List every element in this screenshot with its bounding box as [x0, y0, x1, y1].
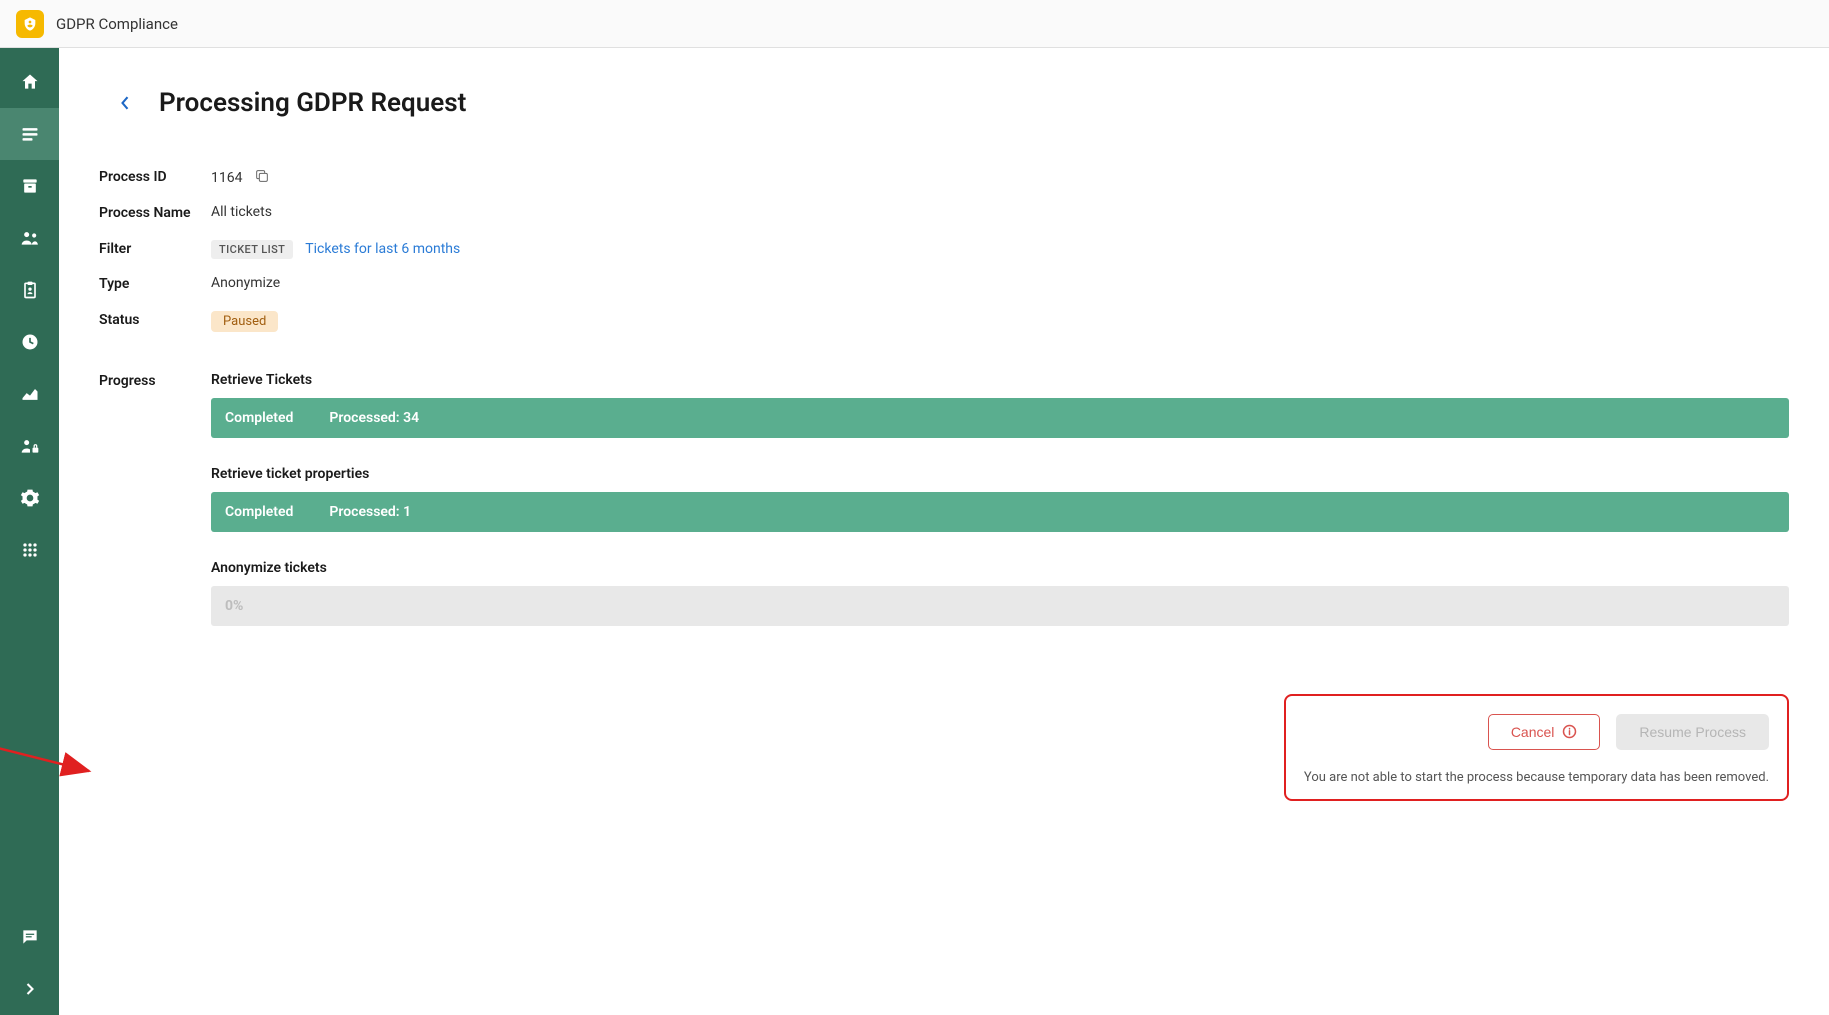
- sidebar-item-clipboard[interactable]: [0, 264, 59, 316]
- process-id-label: Process ID: [99, 168, 211, 188]
- type-value: Anonymize: [211, 275, 280, 291]
- resume-button-label: Resume Process: [1639, 724, 1746, 740]
- sidebar-item-collapse[interactable]: [0, 963, 59, 1015]
- cancel-button-label: Cancel: [1511, 724, 1555, 740]
- filter-label: Filter: [99, 240, 211, 260]
- sidebar-item-permissions[interactable]: [0, 420, 59, 472]
- app-logo: [16, 10, 44, 38]
- sidebar-item-users[interactable]: [0, 212, 59, 264]
- progress-status: Completed: [225, 410, 293, 426]
- copy-button[interactable]: [254, 168, 270, 188]
- page-header: Processing GDPR Request: [99, 88, 1789, 118]
- progress-processed: Processed: 1: [329, 504, 411, 520]
- filter-link[interactable]: Tickets for last 6 months: [305, 241, 460, 257]
- progress-percent: 0%: [225, 598, 243, 614]
- details-section: Process ID 1164 Process Name All tickets…: [99, 168, 1789, 332]
- chevron-left-icon: [120, 95, 130, 111]
- list-icon: [20, 124, 40, 144]
- progress-label: Progress: [99, 372, 211, 392]
- actions-note: You are not able to start the process be…: [1304, 770, 1769, 785]
- actions-wrapper: Cancel Resume Process You are not able t…: [99, 694, 1789, 801]
- sidebar-item-processes[interactable]: [0, 108, 59, 160]
- main-content: Processing GDPR Request Process ID 1164 …: [59, 48, 1829, 841]
- users-icon: [20, 228, 40, 248]
- process-name-value: All tickets: [211, 204, 272, 220]
- progress-section-retrieve-properties: Retrieve ticket properties Completed Pro…: [211, 466, 1789, 532]
- clock-icon: [20, 332, 40, 352]
- topbar: GDPR Compliance: [0, 0, 1829, 48]
- gear-icon: [20, 488, 40, 508]
- sidebar-item-schedule[interactable]: [0, 316, 59, 368]
- cancel-button[interactable]: Cancel: [1488, 714, 1601, 750]
- type-label: Type: [99, 275, 211, 295]
- progress-title-retrieve-tickets: Retrieve Tickets: [211, 372, 1789, 388]
- topbar-title: GDPR Compliance: [56, 15, 178, 33]
- chevron-right-icon: [20, 979, 40, 999]
- sidebar-item-settings[interactable]: [0, 472, 59, 524]
- sidebar-item-home[interactable]: [0, 56, 59, 108]
- sidebar: [0, 48, 59, 1015]
- process-name-label: Process Name: [99, 204, 211, 224]
- progress-bar-anonymize: 0%: [211, 586, 1789, 626]
- progress-processed: Processed: 34: [329, 410, 419, 426]
- back-button[interactable]: [113, 91, 137, 115]
- progress-section-retrieve-tickets: Retrieve Tickets Completed Processed: 34: [211, 372, 1789, 438]
- progress-title-anonymize: Anonymize tickets: [211, 560, 1789, 576]
- actions-box: Cancel Resume Process You are not able t…: [1284, 694, 1789, 801]
- sidebar-item-apps[interactable]: [0, 524, 59, 576]
- page-title: Processing GDPR Request: [159, 88, 466, 118]
- process-id-value: 1164: [211, 170, 242, 186]
- sidebar-item-archive[interactable]: [0, 160, 59, 212]
- grid-icon: [20, 540, 40, 560]
- progress-section-anonymize: Anonymize tickets 0%: [211, 560, 1789, 626]
- sidebar-item-chat[interactable]: [0, 911, 59, 963]
- progress-bar-retrieve-properties: Completed Processed: 1: [211, 492, 1789, 532]
- chat-icon: [20, 927, 40, 947]
- home-icon: [20, 72, 40, 92]
- status-label: Status: [99, 311, 211, 331]
- progress-sections: Retrieve Tickets Completed Processed: 34…: [211, 372, 1789, 654]
- archive-icon: [20, 176, 40, 196]
- info-icon: [1562, 724, 1577, 739]
- sidebar-item-analytics[interactable]: [0, 368, 59, 420]
- status-badge: Paused: [211, 311, 278, 332]
- progress-status: Completed: [225, 504, 293, 520]
- progress-title-retrieve-properties: Retrieve ticket properties: [211, 466, 1789, 482]
- chart-icon: [20, 384, 40, 404]
- copy-icon: [254, 168, 270, 184]
- clipboard-icon: [20, 280, 40, 300]
- resume-process-button[interactable]: Resume Process: [1616, 714, 1769, 750]
- user-lock-icon: [20, 436, 40, 456]
- filter-tag: TICKET LIST: [211, 240, 293, 259]
- progress-bar-retrieve-tickets: Completed Processed: 34: [211, 398, 1789, 438]
